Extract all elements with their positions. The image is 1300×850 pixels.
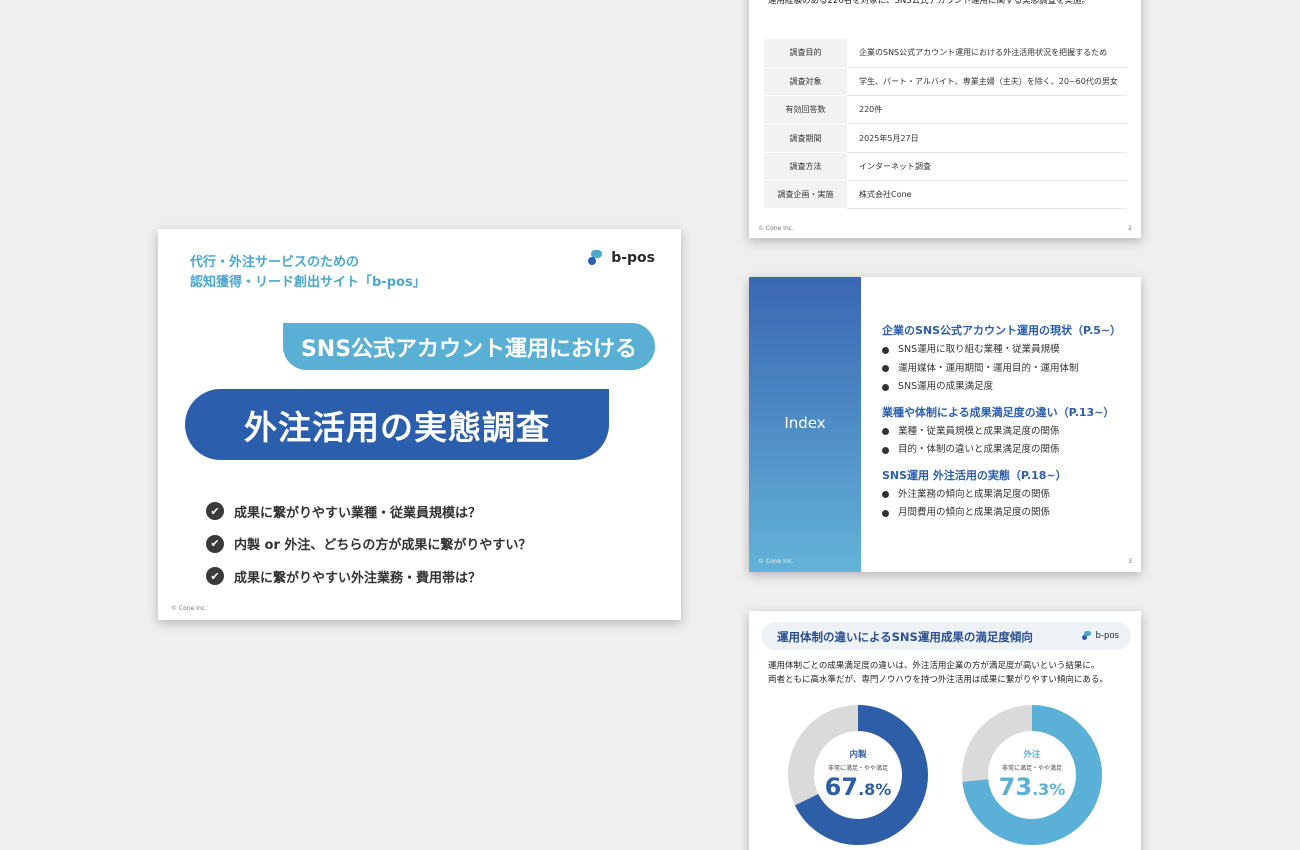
b-pos-logo-icon bbox=[1081, 631, 1092, 641]
b-pos-logo: b-pos bbox=[588, 250, 655, 266]
index-item: 外注業務の傾向と成果満足度の関係 bbox=[882, 486, 1121, 505]
donut-value-unit: % bbox=[875, 780, 892, 799]
index-item: SNS運用に取り組む業種・従業員規模 bbox=[882, 341, 1121, 360]
row-value: インターネット調査 bbox=[847, 152, 1127, 181]
donut-value-int: 73 bbox=[998, 773, 1033, 801]
index-title: Index bbox=[784, 414, 826, 432]
cover-subtitle-line1: 代行・外注サービスのための bbox=[190, 255, 360, 270]
check-item: ✔ 成果に繋がりやすい外注業務・費用帯は？ bbox=[206, 560, 531, 593]
slide-header: 運用体制の違いによるSNS運用成果の満足度傾向 b-pos bbox=[761, 622, 1131, 650]
table-row: 調査対象 学生、パート・アルバイト、専業主婦（主夫）を除く、20~60代の男女 bbox=[764, 67, 1127, 97]
index-item-text: 運用媒体・運用期間・運用目的・運用体制 bbox=[898, 362, 1079, 374]
logo-text: b-pos bbox=[611, 250, 655, 266]
b-pos-logo: b-pos bbox=[1081, 631, 1120, 641]
index-list: 企業のSNS公式アカウント運用の現状（P.5~） SNS運用に取り組む業種・従業… bbox=[882, 321, 1121, 523]
index-heading: 業種や体制による成果満足度の違い（P.13~） bbox=[882, 405, 1115, 419]
check-circle-icon: ✔ bbox=[206, 502, 224, 521]
check-text: 成果に繋がりやすい外注業務・費用帯は？ bbox=[234, 570, 482, 586]
survey-table: 調査目的 企業のSNS公式アカウント運用における外注活用状況を把握するため 調査対… bbox=[764, 39, 1127, 210]
donut-value-dec: .3 bbox=[1032, 780, 1050, 799]
cover-title-line2: 外注活用の実態調査 bbox=[185, 389, 609, 460]
page-number: 2 bbox=[1128, 225, 1132, 232]
bullet-icon bbox=[882, 346, 889, 354]
donut-value-dec: .8 bbox=[858, 780, 876, 799]
index-item-text: 月間費用の傾向と成果満足度の関係 bbox=[898, 507, 1051, 518]
bullet-icon bbox=[882, 383, 889, 391]
index-item-text: SNS運用の成果満足度 bbox=[898, 381, 994, 392]
index-item: 業種・従業員規模と成果満足度の関係 bbox=[882, 423, 1121, 442]
cover-slide[interactable]: 代行・外注サービスのための 認知獲得・リード創出サイト「b-pos」 b-pos… bbox=[158, 229, 681, 620]
index-slide[interactable]: Index © Cone Inc. 企業のSNS公式アカウント運用の現状（P.5… bbox=[749, 277, 1141, 572]
row-key: 調査方法 bbox=[764, 152, 847, 181]
check-item: ✔ 成果に繋がりやすい業種・従業員規模は？ bbox=[206, 495, 531, 528]
index-item: 月間費用の傾向と成果満足度の関係 bbox=[882, 504, 1121, 523]
index-item: 目的・体制の違いと成果満足度の関係 bbox=[882, 441, 1121, 460]
survey-overview-slide[interactable]: 運用経験のある220名を対象に、SNS公式アカウント運用に関する実態調査を実施。… bbox=[749, 0, 1141, 238]
row-key: 調査対象 bbox=[764, 67, 847, 97]
donut-label: 内製 bbox=[849, 750, 867, 760]
donut-value: 73.3% bbox=[962, 773, 1102, 801]
check-item: ✔ 内製 or 外注、どちらの方が成果に繋がりやすい？ bbox=[206, 528, 531, 561]
row-key: 調査期間 bbox=[764, 123, 847, 153]
copyright: © Cone Inc. bbox=[758, 225, 794, 232]
copyright: © Cone Inc. bbox=[171, 605, 207, 612]
desc-line: 両者ともに高水準だが、専門ノウハウを持つ外注活用は成果に繋がりやすい傾向にある。 bbox=[768, 675, 1108, 685]
row-key: 調査目的 bbox=[764, 39, 847, 68]
table-row: 調査期間 2025年5月27日 bbox=[764, 123, 1127, 153]
slide-description: 運用体制ごとの成果満足度の違いは、外注活用企業の方が満足度が高いという結果に。 … bbox=[768, 659, 1108, 687]
donut-value-int: 67 bbox=[824, 773, 859, 801]
bullet-icon bbox=[882, 428, 889, 436]
check-text: 内製 or 外注、どちらの方が成果に繋がりやすい？ bbox=[234, 538, 532, 554]
bullet-icon bbox=[882, 365, 889, 373]
donut-sublabel: 非常に満足・やや満足 bbox=[827, 765, 888, 772]
cover-title-line1: SNS公式アカウント運用における bbox=[283, 323, 655, 370]
table-row: 有効回答数 220件 bbox=[764, 95, 1127, 125]
donut-value: 67.8% bbox=[788, 773, 928, 801]
index-heading: SNS運用 外注活用の実態（P.18~） bbox=[882, 468, 1067, 482]
donut-sublabel: 非常に満足・やや満足 bbox=[1001, 765, 1062, 772]
check-circle-icon: ✔ bbox=[206, 534, 224, 553]
row-value: 学生、パート・アルバイト、専業主婦（主夫）を除く、20~60代の男女 bbox=[847, 67, 1127, 97]
donut-label: 外注 bbox=[1023, 750, 1041, 760]
cover-subtitle: 代行・外注サービスのための 認知獲得・リード創出サイト「b-pos」 bbox=[190, 253, 426, 293]
row-value: 2025年5月27日 bbox=[847, 123, 1127, 153]
bullet-icon bbox=[882, 446, 889, 454]
logo-text: b-pos bbox=[1095, 631, 1120, 641]
page-number: 3 bbox=[1128, 558, 1132, 565]
index-item-text: 目的・体制の違いと成果満足度の関係 bbox=[898, 444, 1060, 455]
index-item: 運用媒体・運用期間・運用目的・運用体制 bbox=[882, 360, 1121, 379]
index-heading: 企業のSNS公式アカウント運用の現状（P.5~） bbox=[882, 324, 1122, 337]
desc-line: 運用体制ごとの成果満足度の違いは、外注活用企業の方が満足度が高いという結果に。 bbox=[768, 661, 1100, 671]
donut-chart-outsource: 外注 非常に満足・やや満足 73.3% bbox=[962, 705, 1102, 845]
survey-intro: 運用経験のある220名を対象に、SNS公式アカウント運用に関する実態調査を実施。 bbox=[768, 0, 1090, 8]
cover-check-list: ✔ 成果に繋がりやすい業種・従業員規模は？ ✔ 内製 or 外注、どちらの方が成… bbox=[206, 495, 531, 593]
donut-chart-inhouse: 内製 非常に満足・やや満足 67.8% bbox=[788, 705, 928, 845]
table-row: 調査目的 企業のSNS公式アカウント運用における外注活用状況を把握するため bbox=[764, 39, 1127, 68]
check-circle-icon: ✔ bbox=[206, 567, 224, 586]
survey-intro-line: 運用経験のある220名を対象に、SNS公式アカウント運用に関する実態調査を実施。 bbox=[768, 0, 1091, 6]
table-row: 調査方法 インターネット調査 bbox=[764, 152, 1127, 181]
row-value: 企業のSNS公式アカウント運用における外注活用状況を把握するため bbox=[847, 39, 1127, 68]
index-item-text: SNS運用に取り組む業種・従業員規模 bbox=[898, 344, 1060, 355]
row-value: 220件 bbox=[847, 95, 1127, 125]
row-key: 調査企画・実施 bbox=[764, 180, 847, 210]
copyright: © Cone Inc. bbox=[758, 558, 794, 565]
check-text: 成果に繋がりやすい業種・従業員規模は？ bbox=[234, 505, 482, 521]
table-row: 調査企画・実施 株式会社Cone bbox=[764, 180, 1127, 210]
bullet-icon bbox=[882, 491, 889, 499]
row-value: 株式会社Cone bbox=[847, 180, 1127, 210]
index-item-text: 業種・従業員規模と成果満足度の関係 bbox=[898, 425, 1060, 437]
slide-title: 運用体制の違いによるSNS運用成果の満足度傾向 bbox=[777, 630, 1033, 644]
b-pos-logo-icon bbox=[588, 250, 604, 266]
index-item-text: 外注業務の傾向と成果満足度の関係 bbox=[898, 488, 1051, 500]
index-sidebar: Index © Cone Inc. bbox=[749, 277, 861, 572]
index-item: SNS運用の成果満足度 bbox=[882, 378, 1121, 397]
satisfaction-donut-slide[interactable]: 運用体制の違いによるSNS運用成果の満足度傾向 b-pos 運用体制ごとの成果満… bbox=[749, 611, 1141, 850]
donut-value-unit: % bbox=[1049, 780, 1066, 799]
cover-subtitle-line2: 認知獲得・リード創出サイト「b-pos」 bbox=[190, 275, 426, 290]
row-key: 有効回答数 bbox=[764, 95, 847, 125]
bullet-icon bbox=[882, 509, 889, 517]
